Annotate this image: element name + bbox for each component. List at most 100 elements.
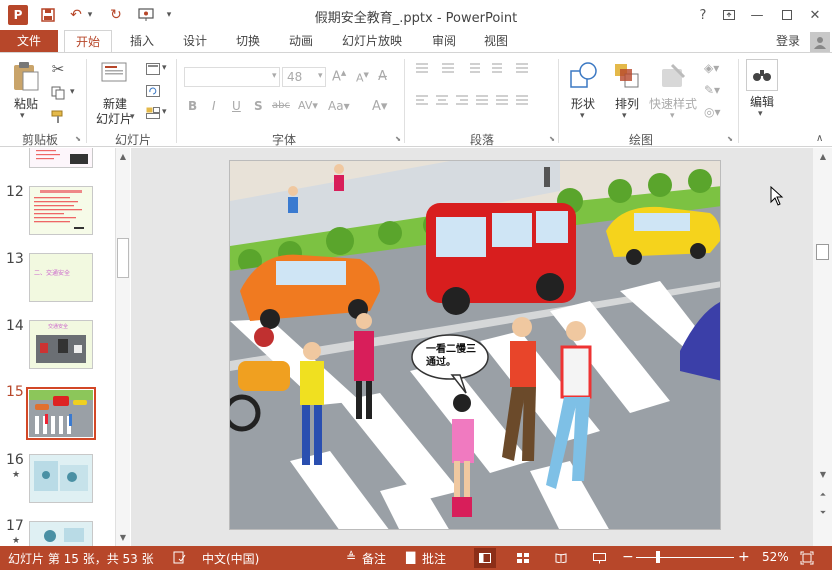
section-icon[interactable] xyxy=(144,105,162,121)
shapes-dropdown-icon[interactable]: ▾ xyxy=(580,111,585,121)
section-dropdown-icon[interactable]: ▾ xyxy=(162,107,167,117)
language-indicator[interactable]: 中文(中国) xyxy=(202,550,259,567)
spell-check-icon[interactable] xyxy=(172,550,186,564)
slideshow-view-icon[interactable] xyxy=(588,548,610,568)
scroll-up-icon[interactable]: ▲ xyxy=(816,150,830,162)
maximize-button[interactable] xyxy=(776,4,798,26)
editor-scrollbar[interactable]: ▲ ▼ ⏶ ⏷ xyxy=(813,148,832,546)
signin-link[interactable]: 登录 xyxy=(770,30,806,52)
editing-dropdown-icon[interactable]: ▾ xyxy=(758,109,763,119)
quick-styles-label[interactable]: 快速样式 xyxy=(646,95,700,112)
find-binoculars-icon[interactable] xyxy=(746,59,778,91)
user-avatar-icon[interactable] xyxy=(810,32,830,52)
collapse-ribbon-icon[interactable]: ∧ xyxy=(816,133,823,144)
quick-styles-icon[interactable] xyxy=(656,59,690,93)
slide-thumbnail-15-selected[interactable] xyxy=(26,387,96,440)
bold-icon[interactable]: B xyxy=(188,99,197,113)
layout-dropdown-icon[interactable]: ▾ xyxy=(162,63,167,73)
zoom-slider-thumb[interactable] xyxy=(656,551,660,563)
font-name-dropdown-icon[interactable]: ▾ xyxy=(272,71,277,81)
tab-file[interactable]: 文件 xyxy=(0,30,58,52)
zoom-out-icon[interactable]: − xyxy=(622,549,634,565)
layout-icon[interactable] xyxy=(144,61,162,77)
tab-animations[interactable]: 动画 xyxy=(281,30,321,52)
shape-fill-icon[interactable]: ◈▾ xyxy=(704,61,719,75)
slide-thumbnail-14[interactable]: 交通安全 xyxy=(29,320,93,369)
normal-view-icon[interactable] xyxy=(474,548,496,568)
paragraph-launcher-icon[interactable]: ⬊ xyxy=(548,135,556,143)
clear-format-icon[interactable]: A̶ xyxy=(378,69,387,84)
ribbon-display-options-icon[interactable] xyxy=(718,4,740,26)
scroll-down-icon[interactable]: ▼ xyxy=(816,468,830,480)
scrollbar-thumb[interactable] xyxy=(816,244,829,260)
tab-slideshow[interactable]: 幻灯片放映 xyxy=(336,30,408,52)
comments-icon[interactable]: ▇ xyxy=(406,550,415,564)
arrange-icon[interactable] xyxy=(610,59,644,93)
slide-thumbnails-pane[interactable]: 12 13 二、交通安全 14 交通安全 15 16 ★ 17 ★ xyxy=(0,148,116,546)
underline-icon[interactable]: U xyxy=(232,99,241,113)
paste-button-label[interactable]: 粘贴 xyxy=(8,95,44,112)
help-button[interactable]: ? xyxy=(692,4,714,26)
font-color-icon[interactable]: A▾ xyxy=(372,99,387,114)
cut-icon[interactable]: ✂ xyxy=(48,59,68,79)
paste-icon[interactable] xyxy=(10,59,42,93)
tab-design[interactable]: 设计 xyxy=(175,30,215,52)
notes-icon[interactable]: ≜ xyxy=(346,550,356,564)
slide-thumbnail-13[interactable]: 二、交通安全 xyxy=(29,253,93,302)
editing-label[interactable]: 编辑 xyxy=(742,93,782,110)
drawing-launcher-icon[interactable]: ⬊ xyxy=(726,135,734,143)
notes-button[interactable]: 备注 xyxy=(362,550,386,567)
tab-view[interactable]: 视图 xyxy=(476,30,516,52)
slide-thumbnail-partial[interactable] xyxy=(29,148,93,168)
italic-icon[interactable]: I xyxy=(212,99,216,113)
scroll-down-icon[interactable]: ▼ xyxy=(116,531,130,543)
zoom-level[interactable]: 52% xyxy=(762,550,789,564)
shape-outline-icon[interactable]: ✎▾ xyxy=(704,83,720,97)
font-name-input[interactable] xyxy=(184,67,280,87)
change-case-icon[interactable]: Aa▾ xyxy=(328,99,350,113)
copy-icon[interactable] xyxy=(48,83,68,103)
scroll-up-icon[interactable]: ▲ xyxy=(116,150,130,162)
char-spacing-icon[interactable]: AV▾ xyxy=(298,99,318,112)
decrease-font-icon[interactable]: A▼ xyxy=(356,71,369,85)
clipboard-launcher-icon[interactable]: ⬊ xyxy=(74,135,82,143)
current-slide[interactable]: 一看二慢三通过。 xyxy=(229,160,721,530)
zoom-in-icon[interactable]: + xyxy=(738,549,750,565)
arrange-dropdown-icon[interactable]: ▾ xyxy=(622,111,627,121)
arrange-label[interactable]: 排列 xyxy=(608,95,646,112)
paste-dropdown-icon[interactable]: ▾ xyxy=(20,111,25,121)
slide-thumbnail-17[interactable] xyxy=(29,521,93,546)
zoom-slider[interactable] xyxy=(636,557,734,558)
new-slide-dropdown-icon[interactable]: ▾ xyxy=(130,112,135,122)
font-launcher-icon[interactable]: ⬊ xyxy=(394,135,402,143)
copy-dropdown-icon[interactable]: ▾ xyxy=(70,87,75,97)
new-slide-icon[interactable] xyxy=(98,59,130,89)
fit-slide-icon[interactable] xyxy=(798,549,816,567)
slide-counter[interactable]: 幻灯片 第 15 张，共 53 张 xyxy=(8,550,154,567)
slide-sorter-icon[interactable] xyxy=(512,548,534,568)
tab-home[interactable]: 开始 xyxy=(64,30,112,53)
minimize-button[interactable]: — xyxy=(746,4,768,26)
reset-slide-icon[interactable] xyxy=(144,83,162,99)
comments-button[interactable]: 批注 xyxy=(422,550,446,567)
strikethrough-icon[interactable]: abc xyxy=(272,100,290,111)
slide-thumbnail-16[interactable] xyxy=(29,454,93,503)
font-size-dropdown-icon[interactable]: ▾ xyxy=(318,71,323,81)
shapes-icon[interactable] xyxy=(566,59,600,93)
tab-insert[interactable]: 插入 xyxy=(122,30,162,52)
tab-transitions[interactable]: 切换 xyxy=(228,30,268,52)
shapes-label[interactable]: 形状 xyxy=(564,95,602,112)
slide-thumbnail-12[interactable] xyxy=(29,186,93,235)
tab-review[interactable]: 审阅 xyxy=(424,30,464,52)
thumbnails-scrollbar[interactable]: ▲ ▼ xyxy=(116,148,130,546)
reading-view-icon[interactable] xyxy=(550,548,572,568)
scrollbar-thumb[interactable] xyxy=(117,238,129,278)
close-button[interactable]: ✕ xyxy=(804,4,826,26)
shape-effects-icon[interactable]: ◎▾ xyxy=(704,105,721,119)
quick-styles-dropdown-icon[interactable]: ▾ xyxy=(670,111,675,121)
next-slide-icon[interactable]: ⏷ xyxy=(816,506,830,520)
shadow-icon[interactable]: S xyxy=(254,99,263,113)
format-painter-icon[interactable] xyxy=(48,107,68,127)
previous-slide-icon[interactable]: ⏶ xyxy=(816,488,830,502)
increase-font-icon[interactable]: A▲ xyxy=(332,69,346,84)
